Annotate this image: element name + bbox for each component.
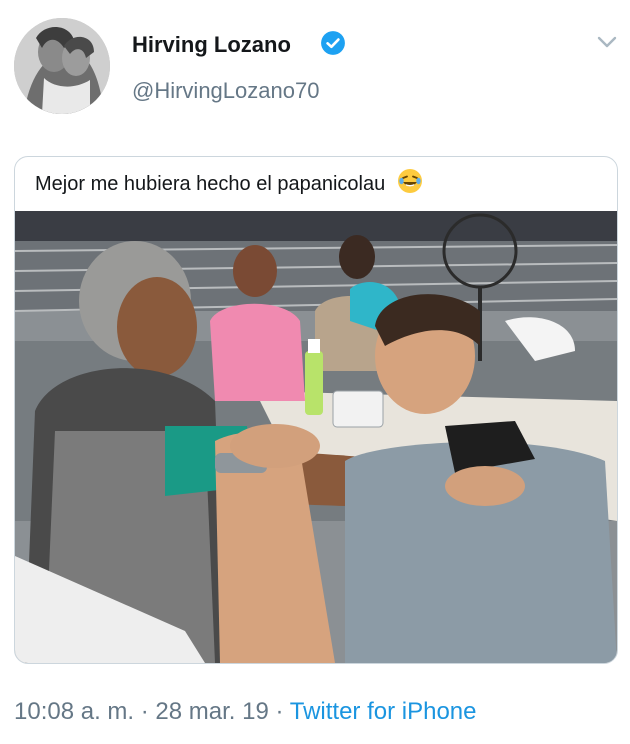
tweet-text-line: Mejor me hubiera hecho el papanicolau	[35, 168, 423, 196]
avatar[interactable]	[14, 18, 110, 114]
tweet-photo[interactable]	[15, 211, 617, 663]
quoted-media-card[interactable]: Mejor me hubiera hecho el papanicolau	[14, 156, 618, 664]
verified-badge-icon	[321, 31, 345, 55]
tweet-source-link[interactable]: Twitter for iPhone	[290, 698, 477, 725]
meta-separator-2: ·	[275, 698, 284, 725]
tweet-date[interactable]: 28 mar. 19	[155, 698, 268, 725]
tweet-text: Mejor me hubiera hecho el papanicolau	[35, 173, 386, 195]
author-name[interactable]: Hirving Lozano	[132, 32, 291, 58]
tweet-time[interactable]: 10:08 a. m.	[14, 698, 134, 725]
tweet-meta: 10:08 a. m. · 28 mar. 19 · Twitter for i…	[14, 698, 476, 726]
meta-separator: ·	[140, 698, 149, 725]
author-handle[interactable]: @HirvingLozano70	[132, 78, 319, 104]
emoji-laughing-icon	[397, 169, 422, 193]
chevron-down-icon[interactable]	[596, 34, 618, 50]
avatar-image	[14, 18, 110, 114]
